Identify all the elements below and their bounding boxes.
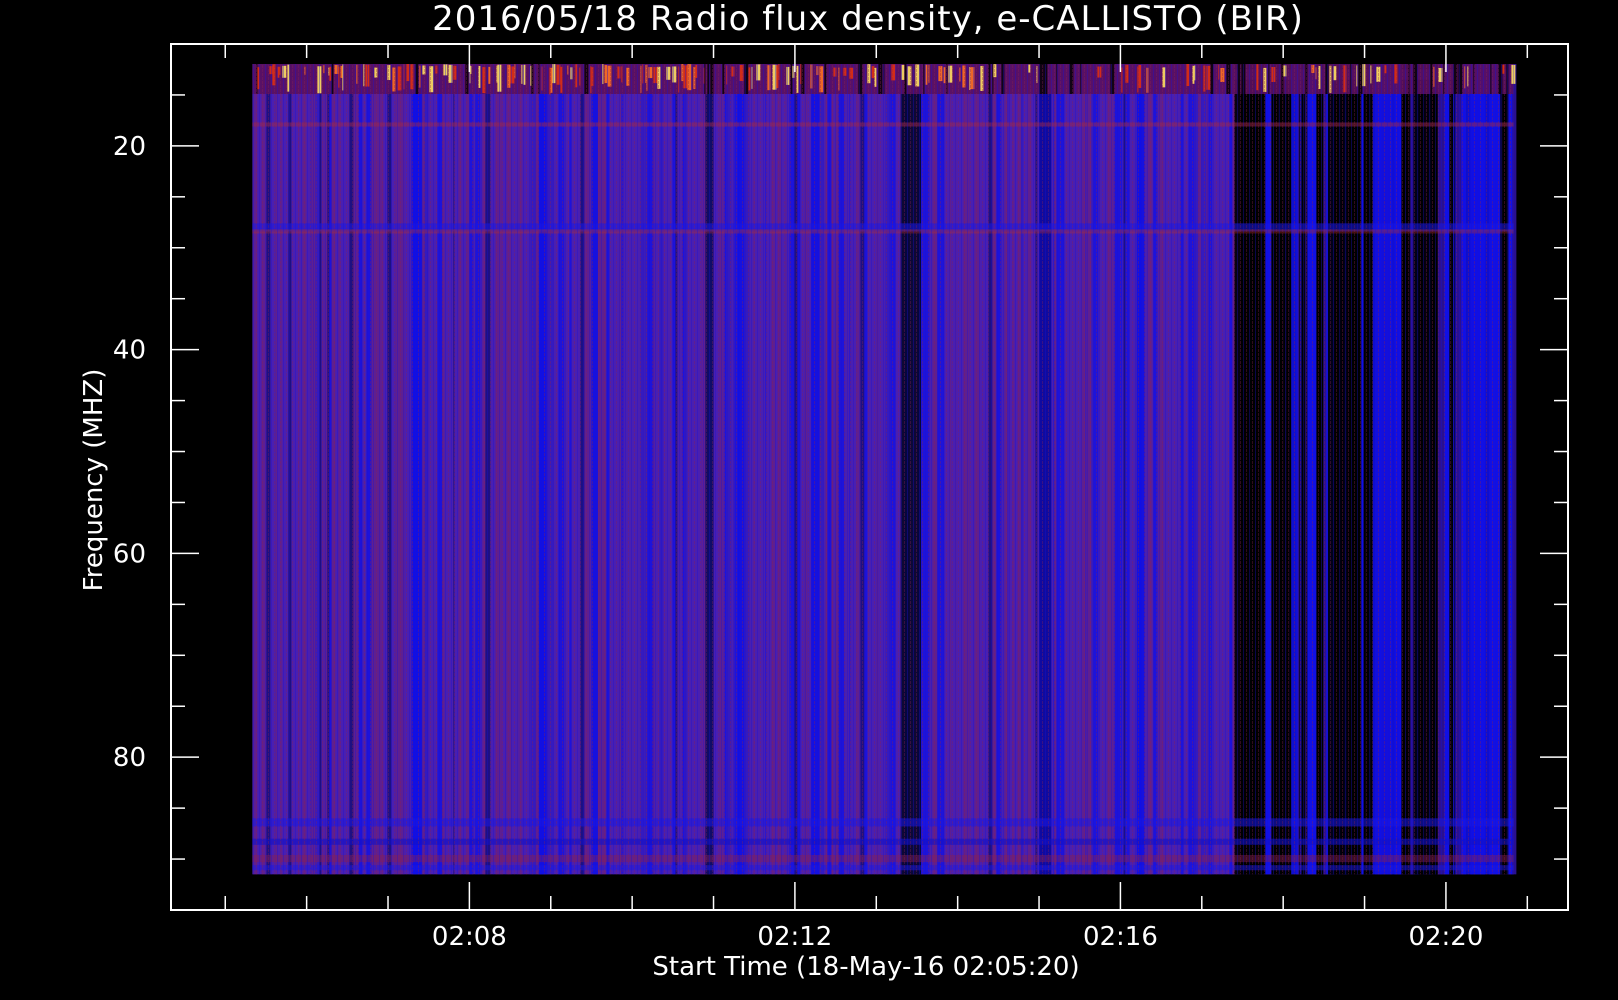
y-tick-label: 80 <box>113 743 146 773</box>
y-tick-label: 60 <box>113 539 146 569</box>
x-tick-label: 02:08 <box>432 922 507 952</box>
x-tick-label: 02:20 <box>1408 922 1483 952</box>
spectrogram-heatmap <box>252 64 1517 875</box>
x-axis-label: Start Time (18-May-16 02:05:20) <box>652 952 1079 982</box>
chart-title: 2016/05/18 Radio flux density, e-CALLIST… <box>432 0 1304 39</box>
spectrogram-chart: 2016/05/18 Radio flux density, e-CALLIST… <box>0 0 1618 1000</box>
x-tick-label: 02:12 <box>757 922 832 952</box>
y-axis-label: Frequency (MHZ) <box>79 369 109 592</box>
y-tick-label: 20 <box>113 132 146 162</box>
x-tick-label: 02:16 <box>1083 922 1158 952</box>
y-tick-label: 40 <box>113 336 146 366</box>
